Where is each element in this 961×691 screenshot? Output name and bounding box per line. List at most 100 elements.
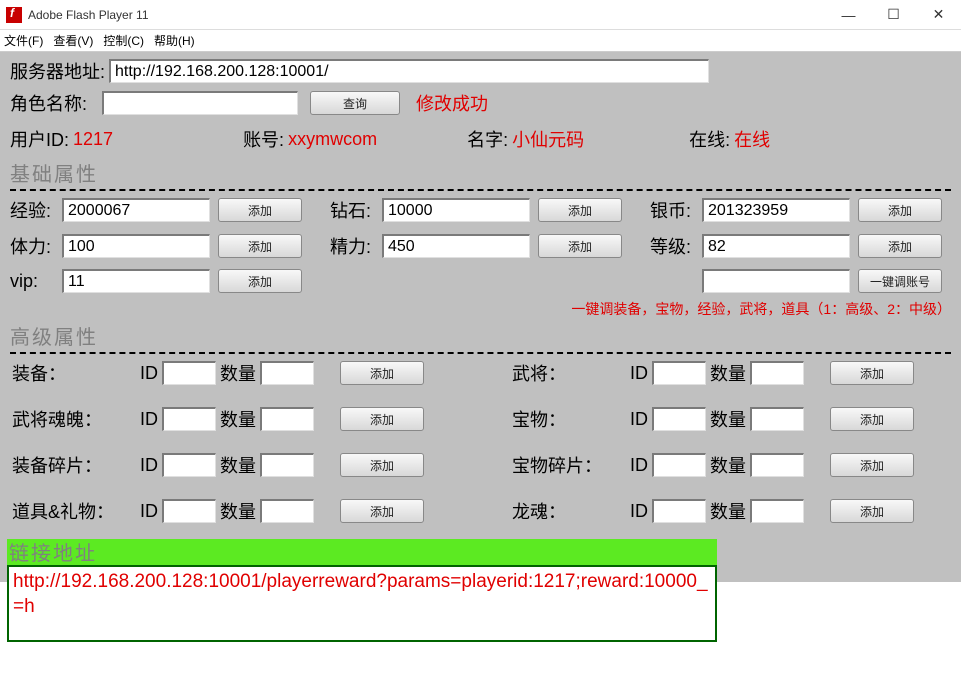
energy-label: 精力: — [330, 233, 382, 259]
equipfrag-id-input[interactable] — [162, 453, 216, 477]
item-qty-input[interactable] — [260, 499, 314, 523]
id-label: ID — [140, 409, 158, 430]
titlebar: Adobe Flash Player 11 — ☐ ✕ — [0, 0, 961, 30]
close-button[interactable]: ✕ — [916, 1, 961, 29]
online-value: 在线 — [734, 126, 770, 152]
equipfrag-add-button[interactable]: 添加 — [340, 453, 424, 477]
treasurefrag-add-button[interactable]: 添加 — [830, 453, 914, 477]
adv-equipfrag-label: 装备碎片： — [10, 452, 140, 478]
soul-add-button[interactable]: 添加 — [340, 407, 424, 431]
id-label: ID — [140, 501, 158, 522]
menu-control[interactable]: 控制(C) — [103, 32, 144, 49]
silver-label: 银币: — [650, 197, 702, 223]
query-button[interactable]: 查询 — [310, 91, 400, 115]
treasurefrag-id-input[interactable] — [652, 453, 706, 477]
treasure-qty-input[interactable] — [750, 407, 804, 431]
adv-item-label: 道具&礼物： — [10, 498, 140, 524]
id-label: ID — [140, 363, 158, 384]
online-label: 在线: — [689, 126, 730, 152]
stamina-add-button[interactable]: 添加 — [218, 234, 302, 258]
section-link-title: 链接地址 — [7, 539, 717, 565]
dragonsoul-add-button[interactable]: 添加 — [830, 499, 914, 523]
adv-treasure-label: 宝物： — [510, 406, 630, 432]
adv-soul-label: 武将魂魄： — [10, 406, 140, 432]
server-address-input[interactable] — [109, 59, 709, 83]
account-label: 账号: — [243, 126, 284, 152]
qty-label: 数量 — [220, 498, 256, 524]
user-id-label: 用户ID: — [10, 126, 69, 152]
id-label: ID — [140, 455, 158, 476]
advanced-grid: 装备： ID 数量 添加 武将： ID 数量 添加 武将魂魄： ID 数量 添加… — [10, 360, 951, 524]
jump-input[interactable] — [702, 269, 850, 293]
id-label: ID — [630, 501, 648, 522]
level-add-button[interactable]: 添加 — [858, 234, 942, 258]
menu-view[interactable]: 查看(V) — [53, 32, 93, 49]
menu-file[interactable]: 文件(F) — [4, 32, 43, 49]
content-area: 服务器地址: 角色名称: 查询 修改成功 用户ID: 1217 账号: xxym… — [0, 52, 961, 582]
link-area: 链接地址 http://192.168.200.128:10001/player… — [7, 539, 717, 642]
treasure-add-button[interactable]: 添加 — [830, 407, 914, 431]
name-label: 名字: — [467, 126, 508, 152]
qty-label: 数量 — [220, 360, 256, 386]
level-input[interactable] — [702, 234, 850, 258]
flash-icon — [6, 7, 22, 23]
item-add-button[interactable]: 添加 — [340, 499, 424, 523]
link-url-box[interactable]: http://192.168.200.128:10001/playerrewar… — [7, 565, 717, 642]
qty-label: 数量 — [220, 452, 256, 478]
vip-input[interactable] — [62, 269, 210, 293]
equip-add-button[interactable]: 添加 — [340, 361, 424, 385]
qty-label: 数量 — [710, 406, 746, 432]
adv-general-label: 武将： — [510, 360, 630, 386]
role-name-input[interactable] — [102, 91, 298, 115]
exp-label: 经验: — [10, 197, 62, 223]
level-label: 等级: — [650, 233, 702, 259]
diamond-input[interactable] — [382, 198, 530, 222]
divider — [10, 189, 951, 191]
item-id-input[interactable] — [162, 499, 216, 523]
id-label: ID — [630, 409, 648, 430]
treasure-id-input[interactable] — [652, 407, 706, 431]
stamina-label: 体力: — [10, 233, 62, 259]
stamina-input[interactable] — [62, 234, 210, 258]
menubar: 文件(F) 查看(V) 控制(C) 帮助(H) — [0, 30, 961, 52]
exp-add-button[interactable]: 添加 — [218, 198, 302, 222]
dragonsoul-qty-input[interactable] — [750, 499, 804, 523]
adv-dragonsoul-label: 龙魂： — [510, 498, 630, 524]
soul-id-input[interactable] — [162, 407, 216, 431]
maximize-button[interactable]: ☐ — [871, 1, 916, 29]
name-value: 小仙元码 — [512, 126, 584, 152]
soul-qty-input[interactable] — [260, 407, 314, 431]
jump-hint: 一键调装备，宝物，经验，武将，道具（1：高级、2：中级） — [571, 301, 951, 317]
general-id-input[interactable] — [652, 361, 706, 385]
status-message: 修改成功 — [416, 90, 488, 116]
energy-add-button[interactable]: 添加 — [538, 234, 622, 258]
qty-label: 数量 — [710, 498, 746, 524]
diamond-add-button[interactable]: 添加 — [538, 198, 622, 222]
account-value: xxymwcom — [288, 129, 377, 150]
qty-label: 数量 — [220, 406, 256, 432]
adv-equip-label: 装备： — [10, 360, 140, 386]
silver-input[interactable] — [702, 198, 850, 222]
jump-account-button[interactable]: 一键调账号 — [858, 269, 942, 293]
window-title: Adobe Flash Player 11 — [28, 8, 149, 22]
vip-label: vip: — [10, 271, 62, 292]
minimize-button[interactable]: — — [826, 1, 871, 29]
general-qty-input[interactable] — [750, 361, 804, 385]
general-add-button[interactable]: 添加 — [830, 361, 914, 385]
equip-id-input[interactable] — [162, 361, 216, 385]
silver-add-button[interactable]: 添加 — [858, 198, 942, 222]
diamond-label: 钻石: — [330, 197, 382, 223]
dragonsoul-id-input[interactable] — [652, 499, 706, 523]
qty-label: 数量 — [710, 452, 746, 478]
menu-help[interactable]: 帮助(H) — [154, 32, 195, 49]
section-adv-title: 高级属性 — [10, 321, 951, 350]
divider-adv — [10, 352, 951, 354]
treasurefrag-qty-input[interactable] — [750, 453, 804, 477]
energy-input[interactable] — [382, 234, 530, 258]
equipfrag-qty-input[interactable] — [260, 453, 314, 477]
user-id-value: 1217 — [73, 129, 113, 150]
section-basic-title: 基础属性 — [10, 158, 951, 187]
vip-add-button[interactable]: 添加 — [218, 269, 302, 293]
exp-input[interactable] — [62, 198, 210, 222]
equip-qty-input[interactable] — [260, 361, 314, 385]
